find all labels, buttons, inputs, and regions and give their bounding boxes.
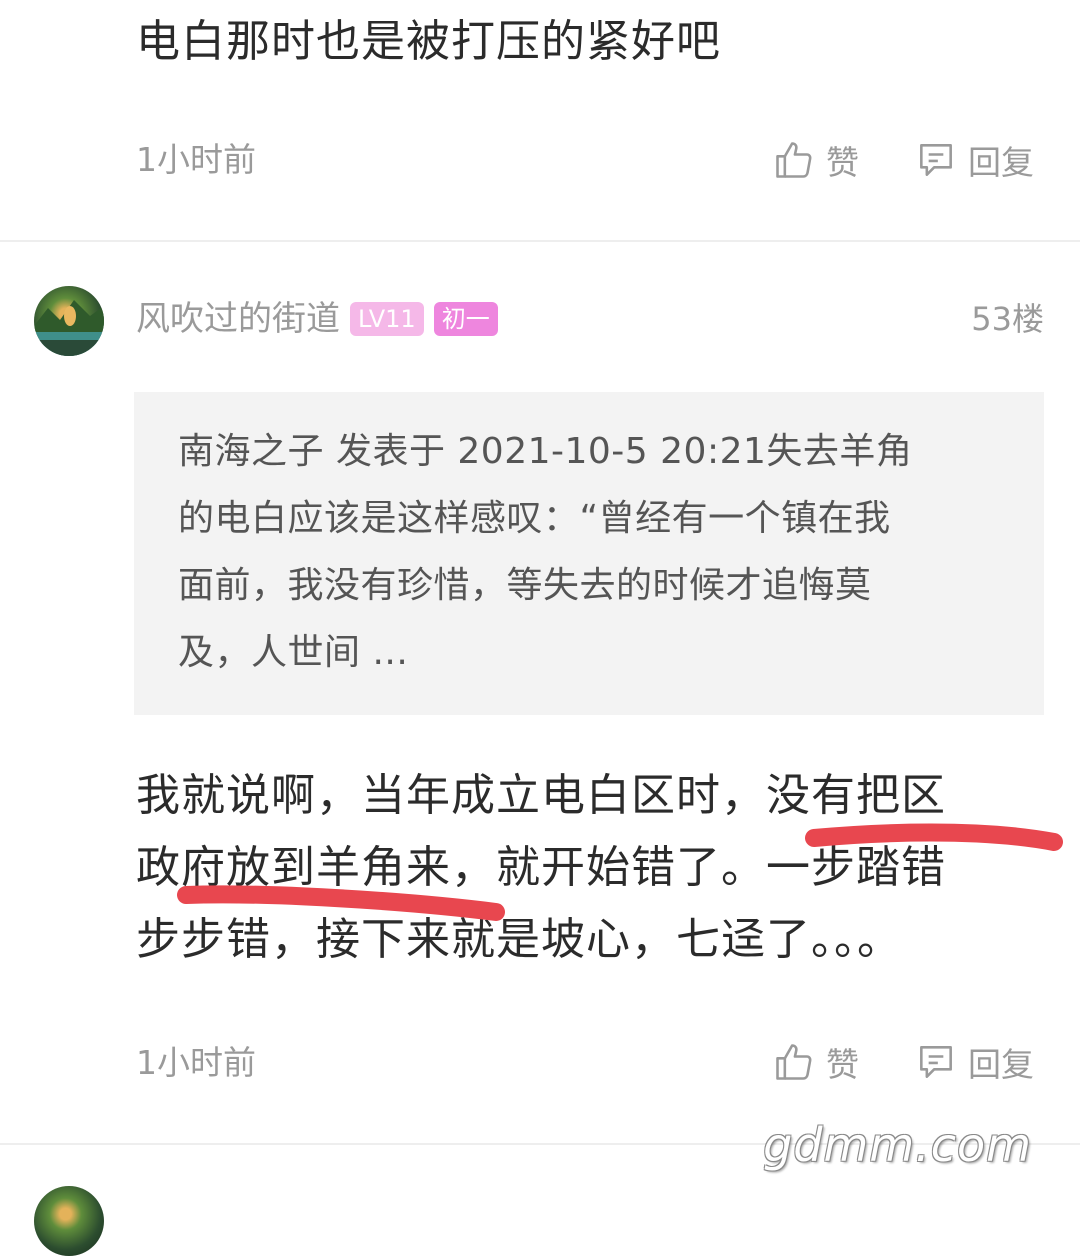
reply-icon: [920, 144, 952, 176]
body-line: 政府放到羊角来，就开始错了。一步踏错: [136, 842, 946, 893]
comment-body: 我就说啊，当年成立电白区时，没有把区 政府放到羊角来，就开始错了。一步踏错 步步…: [136, 760, 1036, 976]
like-label: 赞: [826, 143, 859, 182]
prev-comment-text: 电白那时也是被打压的紧好吧: [136, 16, 721, 67]
floor-number: 53楼: [971, 300, 1044, 338]
like-button[interactable]: 赞: [772, 1038, 859, 1086]
body-line: 我就说啊，当年成立电白区时，没有把区: [136, 770, 946, 821]
quote-line: 面前，我没有珍惜，等失去的时候才追悔莫: [178, 565, 872, 606]
avatar-image: [34, 300, 104, 356]
prev-reply-button[interactable]: 回复: [914, 136, 1034, 184]
comment-time: 1小时前: [136, 1043, 256, 1082]
quote-block[interactable]: 南海之子 发表于 2021-10-5 20:21失去羊角 的电白应该是这样感叹：…: [134, 392, 1044, 715]
reply-label: 回复: [968, 143, 1034, 182]
thumbs-up-icon: [776, 142, 812, 178]
quote-line: 的电白应该是这样感叹：“曾经有一个镇在我: [178, 498, 891, 539]
like-label: 赞: [826, 1045, 859, 1084]
quote-line: 及，人世间 ...: [178, 632, 409, 673]
quote-text: 南海之子 发表于 2021-10-5 20:21失去羊角 的电白应该是这样感叹：…: [178, 418, 1008, 686]
avatar[interactable]: [34, 286, 104, 356]
watermark: gdmm.com: [763, 1118, 1032, 1172]
body-line: 步步错，接下来就是坡心，七迳了。。。: [136, 914, 902, 965]
rank-badge: 初一: [433, 302, 498, 336]
reply-button[interactable]: 回复: [914, 1038, 1034, 1086]
prev-comment-time: 1小时前: [136, 140, 256, 179]
reply-label: 回复: [968, 1045, 1034, 1084]
divider: [0, 240, 1080, 242]
username[interactable]: 风吹过的街道: [136, 297, 340, 341]
reply-icon: [920, 1046, 952, 1078]
comment-header: 风吹过的街道 LV11 初一: [136, 297, 498, 341]
thumbs-up-icon: [776, 1044, 812, 1080]
quote-line: 南海之子 发表于 2021-10-5 20:21失去羊角: [178, 431, 913, 472]
next-avatar[interactable]: [34, 1186, 104, 1256]
level-badge: LV11: [350, 302, 424, 336]
prev-like-button[interactable]: 赞: [772, 136, 859, 184]
